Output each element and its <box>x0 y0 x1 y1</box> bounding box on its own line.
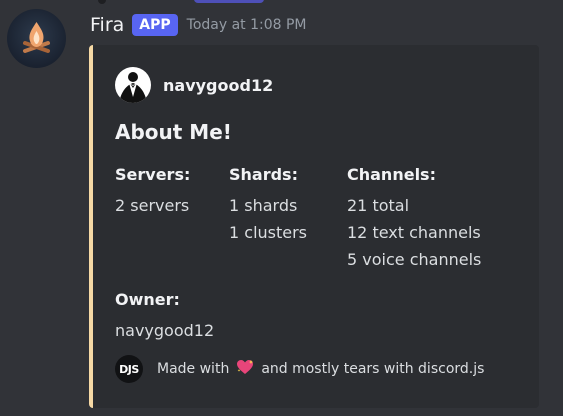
field-channels: Channels: 21 total 12 text channels 5 vo… <box>347 165 481 273</box>
stub-dot <box>98 0 106 4</box>
field-shards: Shards: 1 shards 1 clusters <box>229 165 307 246</box>
field-value: 12 text channels <box>347 223 481 242</box>
field-value: 21 total <box>347 196 410 215</box>
embed-footer: DJS Made with and mostly tears with disc… <box>115 355 484 383</box>
field-name: Channels: <box>347 165 436 184</box>
footer-text: Made with and mostly tears with discord.… <box>157 359 484 379</box>
previous-message-stub <box>84 0 264 4</box>
stub-pill <box>194 0 264 3</box>
footer-text-after: and mostly tears with discord.js <box>261 361 485 377</box>
embed-author-name: navygood12 <box>163 75 274 95</box>
chat-message: Fira APP Today at 1:08 PM navygood12 Abo… <box>0 0 563 416</box>
field-value: 5 voice channels <box>347 250 482 269</box>
embed-author: navygood12 <box>115 67 273 103</box>
field-value: 1 clusters <box>229 223 308 242</box>
field-name: Shards: <box>229 165 298 184</box>
tuxedo-avatar-icon <box>115 67 151 103</box>
field-value: 2 servers <box>115 196 190 215</box>
field-name: Servers: <box>115 165 191 184</box>
username[interactable]: Fira <box>90 14 124 36</box>
field-servers: Servers: 2 servers <box>115 165 190 219</box>
discordjs-logo-icon: DJS <box>115 355 143 383</box>
field-owner: Owner: navygood12 <box>115 290 214 344</box>
timestamp[interactable]: Today at 1:08 PM <box>187 17 307 33</box>
embed-title: About Me! <box>115 120 232 144</box>
campfire-icon[interactable] <box>7 9 66 68</box>
message-header: Fira APP Today at 1:08 PM <box>90 12 307 38</box>
field-value: navygood12 <box>115 321 215 340</box>
field-name: Owner: <box>115 290 180 309</box>
embed: navygood12 About Me! Servers: 2 servers … <box>89 45 539 408</box>
footer-text-before: Made with <box>157 361 230 377</box>
field-value: 1 shards <box>229 196 298 215</box>
sparkling-heart-icon <box>236 359 254 379</box>
app-badge: APP <box>132 14 178 36</box>
